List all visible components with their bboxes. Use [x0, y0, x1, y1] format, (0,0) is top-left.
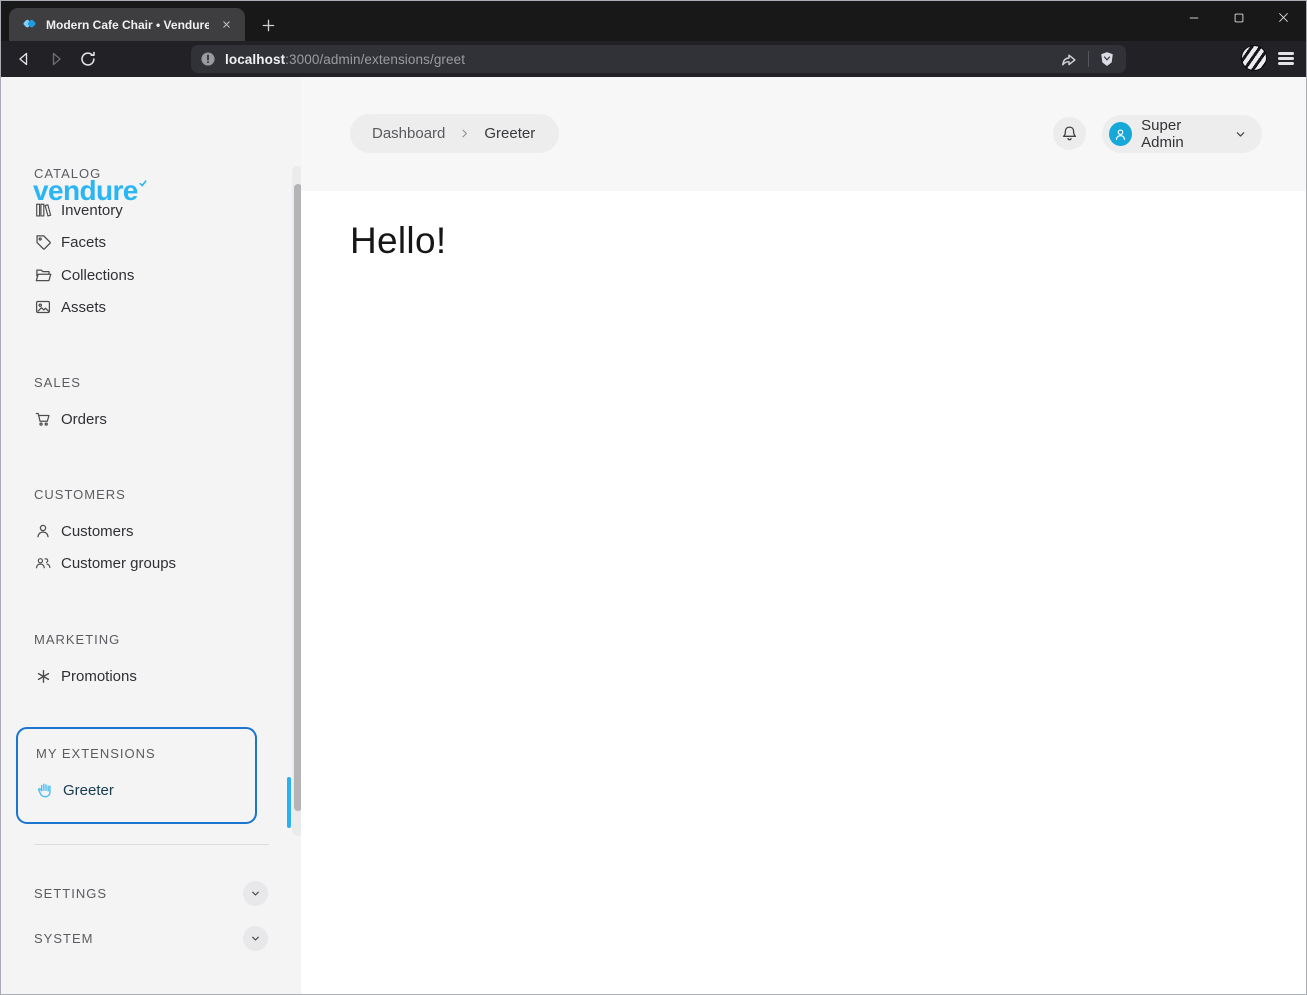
bell-icon — [1060, 124, 1079, 143]
share-icon[interactable] — [1059, 49, 1079, 69]
tab-title: Modern Cafe Chair • Vendure — [46, 17, 209, 32]
sidebar-item-assets[interactable]: Assets — [34, 295, 106, 319]
page-greeting-heading: Hello! — [350, 220, 447, 261]
browser-tab[interactable]: Modern Cafe Chair • Vendure — [9, 8, 245, 41]
active-item-indicator — [287, 777, 291, 828]
cart-icon — [34, 410, 52, 428]
library-icon — [34, 201, 52, 219]
admin-page: vendure CATALOG Inventory Facets Collect… — [1, 77, 1306, 994]
section-label-customers: CUSTOMERS — [34, 487, 126, 502]
browser-profile-avatar[interactable] — [1241, 45, 1267, 71]
breadcrumb-dashboard-link[interactable]: Dashboard — [372, 125, 445, 142]
my-extensions-highlight-box: MY EXTENSIONS Greeter — [16, 727, 257, 824]
breadcrumb-current: Greeter — [484, 125, 536, 142]
section-label-settings: SETTINGS — [34, 885, 108, 901]
sidebar-item-label: Assets — [61, 298, 107, 316]
section-label-catalog: CATALOG — [34, 166, 102, 181]
user-icon — [34, 522, 52, 540]
system-expand-button[interactable] — [243, 926, 268, 951]
url-host: localhost — [225, 51, 286, 67]
user-avatar — [1109, 122, 1133, 146]
chevron-right-icon — [458, 127, 471, 140]
breadcrumb: Dashboard Greeter — [350, 114, 560, 153]
users-icon — [34, 554, 52, 572]
sidebar-item-label: Orders — [61, 410, 107, 428]
section-label-my-extensions: MY EXTENSIONS — [36, 746, 156, 761]
menu-bar — [1278, 52, 1294, 55]
url-bar[interactable]: localhost:3000/admin/extensions/greet — [191, 45, 1126, 73]
section-label-sales: SALES — [34, 375, 81, 390]
sidebar-item-customer-groups[interactable]: Customer groups — [34, 551, 176, 575]
sidebar-item-inventory[interactable]: Inventory — [34, 198, 123, 222]
sidebar-item-orders[interactable]: Orders — [34, 407, 107, 431]
url-text: localhost:3000/admin/extensions/greet — [225, 52, 465, 67]
content-area: Hello! — [301, 191, 1306, 994]
vendure-favicon-icon — [21, 16, 38, 33]
sidebar-divider — [34, 844, 269, 845]
forward-button[interactable] — [44, 47, 68, 71]
menu-bar — [1278, 57, 1294, 60]
menu-bar — [1278, 62, 1294, 65]
close-button[interactable] — [1261, 1, 1306, 34]
logo-tick-icon — [139, 175, 147, 193]
site-info-icon[interactable] — [200, 51, 216, 67]
browser-window: Modern Cafe Chair • Vendure localhost:30… — [0, 0, 1307, 995]
chevron-down-icon — [1233, 127, 1248, 142]
browser-titlebar: Modern Cafe Chair • Vendure — [1, 1, 1306, 41]
section-label-system: SYSTEM — [34, 930, 94, 946]
sidebar-item-facets[interactable]: Facets — [34, 230, 106, 254]
sidebar-item-label: Promotions — [61, 667, 137, 685]
sidebar-item-label: Collections — [61, 266, 135, 284]
new-tab-button[interactable] — [256, 13, 280, 37]
sidebar-section-system[interactable]: SYSTEM — [1, 926, 301, 951]
user-menu[interactable]: Super Admin — [1102, 115, 1262, 153]
section-label-marketing: MARKETING — [34, 632, 121, 647]
image-icon — [34, 298, 52, 316]
user-name: Super Admin — [1141, 117, 1184, 151]
maximize-button[interactable] — [1216, 1, 1261, 34]
browser-menu-icon[interactable] — [1277, 50, 1295, 67]
main-area: Dashboard Greeter Super Admin Hello! — [301, 77, 1306, 994]
sidebar-item-collections[interactable]: Collections — [34, 263, 134, 287]
folder-icon — [34, 266, 52, 284]
sidebar-item-label: Facets — [61, 233, 107, 251]
url-path: :3000/admin/extensions/greet — [285, 51, 466, 67]
sidebar-item-label: Greeter — [63, 781, 114, 799]
window-controls — [1171, 1, 1306, 34]
sidebar-item-label: Customers — [61, 522, 134, 540]
sidebar: vendure CATALOG Inventory Facets Collect… — [1, 77, 303, 994]
urlbar-actions — [1059, 49, 1116, 69]
sidebar-item-label: Customer groups — [61, 554, 177, 572]
back-button[interactable] — [12, 47, 36, 71]
tab-close-icon[interactable] — [217, 16, 235, 34]
notifications-button[interactable] — [1053, 117, 1086, 150]
reload-button[interactable] — [76, 47, 100, 71]
brave-shields-icon[interactable] — [1098, 50, 1116, 68]
sidebar-section-settings[interactable]: SETTINGS — [1, 881, 301, 906]
sidebar-item-promotions[interactable]: Promotions — [34, 664, 137, 688]
urlbar-separator — [1088, 51, 1089, 67]
sidebar-item-customers[interactable]: Customers — [34, 519, 134, 543]
hand-icon — [36, 781, 54, 799]
asterisk-icon — [34, 667, 52, 685]
settings-expand-button[interactable] — [243, 881, 268, 906]
tag-icon — [34, 233, 52, 251]
main-header: Dashboard Greeter Super Admin — [301, 77, 1306, 191]
minimize-button[interactable] — [1171, 1, 1216, 34]
sidebar-item-label: Inventory — [61, 201, 123, 219]
sidebar-item-greeter[interactable]: Greeter — [36, 778, 114, 802]
